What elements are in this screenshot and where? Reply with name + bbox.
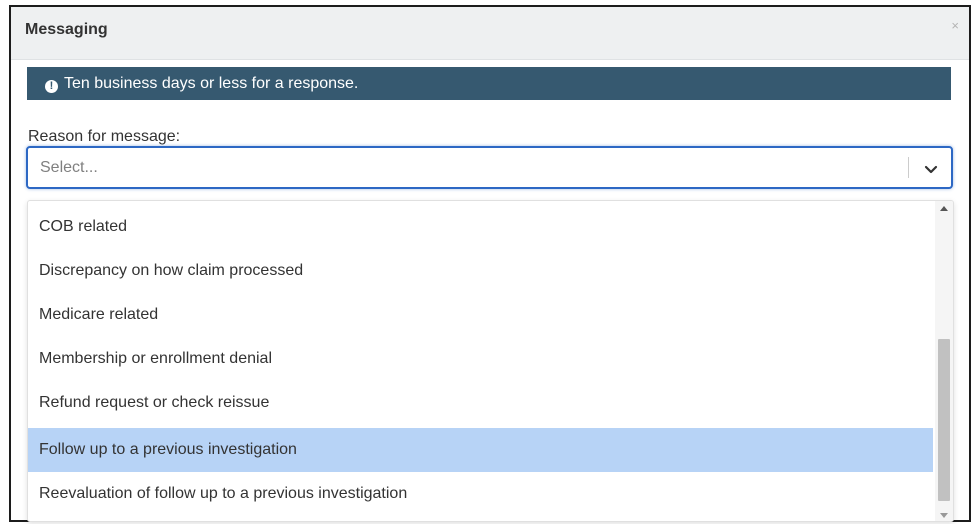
scroll-up-arrow-icon[interactable]	[940, 206, 948, 211]
dropdown-option[interactable]: Medicare related	[28, 293, 933, 337]
dropdown-option[interactable]: COB related	[28, 205, 933, 249]
dropdown-option[interactable]: Discrepancy on how claim processed	[28, 249, 933, 293]
dropdown-option[interactable]: Reevaluation of follow up to a previous …	[28, 472, 933, 516]
close-icon[interactable]: ×	[951, 18, 959, 33]
scrollbar-thumb[interactable]	[938, 339, 950, 501]
dropdown-option[interactable]: Membership or enrollment denial	[28, 337, 933, 381]
exclamation-circle-icon: !	[45, 80, 58, 93]
select-placeholder: Select...	[40, 159, 98, 176]
alert-text: Ten business days or less for a response…	[64, 75, 359, 92]
chevron-down-icon[interactable]	[923, 161, 939, 177]
dropdown-option-highlighted[interactable]: Follow up to a previous investigation	[28, 428, 933, 472]
modal-title: Messaging	[25, 21, 108, 38]
dropdown-option[interactable]: Refund request or check reissue	[28, 381, 933, 425]
scrollbar[interactable]	[935, 201, 953, 521]
select-separator	[908, 157, 909, 178]
modal-header: Messaging ×	[11, 7, 969, 60]
reason-select[interactable]: Select...	[26, 146, 953, 189]
info-alert: ! Ten business days or less for a respons…	[27, 67, 951, 100]
reason-dropdown-menu: COB related Discrepancy on how claim pro…	[27, 200, 954, 522]
reason-label: Reason for message:	[28, 128, 181, 145]
scroll-down-arrow-icon[interactable]	[940, 513, 948, 518]
